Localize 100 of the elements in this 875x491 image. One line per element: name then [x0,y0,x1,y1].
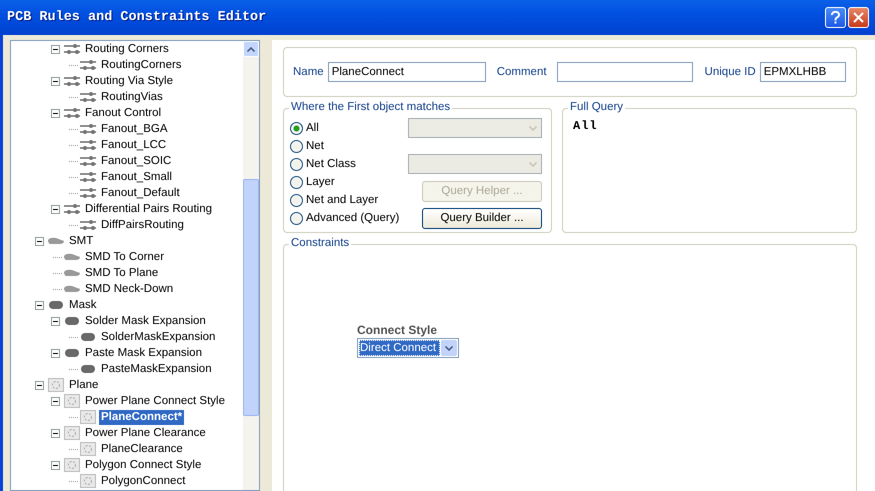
name-field[interactable]: PlaneConnect [328,62,486,82]
plane-icon [63,425,81,441]
tree-item[interactable]: Fanout_Default [99,186,182,200]
pad-icon [63,283,81,295]
group-title: Where the First object matches [289,101,452,113]
caret-icon [529,126,537,130]
connection-icon [79,123,97,135]
comment-label: Comment [496,66,547,78]
radio-option[interactable]: Layer [290,173,402,191]
collapse-icon[interactable] [50,204,60,214]
tree-item[interactable]: Routing Via Style [83,74,176,88]
pad-icon [63,267,81,279]
tree-item[interactable]: Fanout Control [83,106,164,120]
scroll-up-button[interactable] [243,41,259,57]
tree-item[interactable]: SMD To Plane [83,266,160,280]
connection-icon [79,171,97,183]
close-button[interactable] [848,7,869,28]
tree-item[interactable]: DiffPairsRouting [99,218,186,232]
tree-item[interactable]: SMD Neck-Down [83,282,176,296]
pad-icon [47,235,65,247]
collapse-icon[interactable] [50,44,60,54]
collapse-icon[interactable] [34,300,44,310]
tree-item[interactable]: Mask [67,298,98,312]
comment-field[interactable] [556,62,693,82]
connection-icon [79,155,97,167]
tree-item[interactable]: Differential Pairs Routing [83,202,214,216]
connect-style-label: Connect Style [357,323,438,337]
scrollbar-thumb[interactable] [243,179,259,416]
collapse-icon[interactable] [50,108,60,118]
caret-icon [445,346,453,350]
help-icon [830,11,841,24]
mask-icon [63,347,81,359]
mask-icon [79,331,97,343]
tree-item[interactable]: SMD To Corner [83,250,166,264]
connection-icon [63,107,81,119]
pad-icon [63,251,81,263]
query-text: All [573,119,598,133]
tree-item[interactable]: PasteMaskExpansion [99,362,214,376]
collapse-icon[interactable] [50,348,60,358]
window-title: PCB Rules and Constraints Editor [7,10,268,25]
connection-icon [79,139,97,151]
tree-item[interactable]: RoutingVias [99,90,165,104]
mask-icon [79,363,97,375]
radio-option[interactable]: Advanced (Query) [290,209,402,227]
tree-item[interactable]: Fanout_LCC [99,138,168,152]
tree-item[interactable]: Solder Mask Expansion [83,314,208,328]
group-title: Constraints [289,237,352,249]
tree-item[interactable]: SMT [67,234,96,248]
connection-icon [79,187,97,199]
plane-icon [63,393,81,409]
tree-item[interactable]: RoutingCorners [99,58,184,72]
tree-item[interactable]: PlaneClearance [99,442,185,456]
group-title: Full Query [568,101,626,113]
collapse-icon[interactable] [34,236,44,246]
collapse-icon[interactable] [50,76,60,86]
collapse-icon[interactable] [34,380,44,390]
tree-item[interactable]: PlaneConnect* [99,410,184,424]
close-icon [853,12,864,23]
mask-icon [47,299,65,311]
tree-item[interactable]: Plane [67,378,100,392]
plane-icon [79,409,97,425]
tree-item[interactable]: Routing Corners [83,42,171,56]
plane-icon [63,457,81,473]
collapse-icon[interactable] [50,460,60,470]
radio-option[interactable]: Net and Layer [290,191,402,209]
help-button[interactable] [825,7,846,28]
plane-icon [47,377,65,393]
tree-item[interactable]: PolygonConnect [99,474,188,488]
plane-icon [79,473,97,489]
collapse-icon[interactable] [50,428,60,438]
scrollbar[interactable] [243,41,259,490]
radio-button[interactable] [290,194,303,206]
connection-icon [79,59,97,71]
connection-icon [79,219,97,231]
tree-item[interactable]: Fanout_SOIC [99,154,174,168]
tree-item[interactable]: Paste Mask Expansion [83,346,204,360]
connection-icon [63,43,81,55]
connection-icon [63,75,81,87]
collapse-icon[interactable] [50,316,60,326]
radio-button[interactable] [290,176,303,188]
radio-button[interactable] [290,158,303,170]
tree-item[interactable]: Fanout_BGA [99,122,170,136]
unique-id-label: Unique ID [704,66,756,78]
radio-option[interactable]: Net Class [290,155,402,173]
tree-item[interactable]: Fanout_Small [99,170,174,184]
tree-item[interactable]: Power Plane Clearance [83,426,208,440]
radio-button[interactable] [290,122,303,134]
tree-item[interactable]: Power Plane Connect Style [83,394,227,408]
tree-item[interactable]: Polygon Connect Style [83,458,204,472]
collapse-icon[interactable] [50,396,60,406]
tree-item[interactable]: SolderMaskExpansion [99,330,218,344]
connection-icon [79,91,97,103]
query-button[interactable]: Query Builder ... [422,208,542,228]
unique-id-field[interactable]: EPMXLHBB [760,62,846,82]
connect-style-dropdown[interactable]: Direct Connect [357,338,459,358]
radio-button[interactable] [290,212,303,224]
mask-icon [63,315,81,327]
radio-button[interactable] [290,140,303,152]
radio-option[interactable]: Net [290,137,402,155]
radio-option[interactable]: All [290,119,402,137]
